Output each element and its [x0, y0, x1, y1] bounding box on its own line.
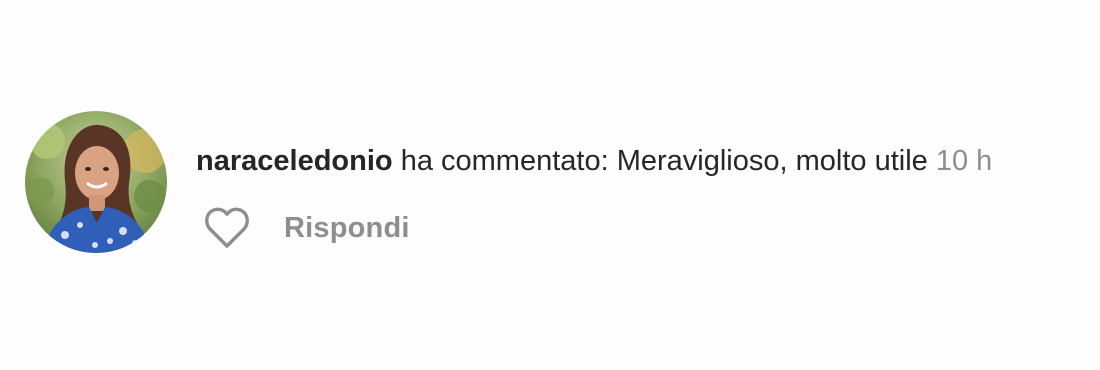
comment-body: Meraviglioso, molto utile	[616, 145, 928, 177]
heart-outline-icon[interactable]	[204, 207, 250, 249]
comment-actions: Rispondi	[204, 204, 410, 252]
avatar[interactable]	[25, 111, 167, 253]
timestamp: 10 h	[935, 145, 993, 177]
username-link[interactable]: naraceledonio	[196, 145, 393, 177]
reply-button[interactable]: Rispondi	[284, 212, 410, 245]
avatar-image	[25, 111, 167, 253]
action-text: ha commentato:	[400, 145, 609, 177]
comment-notification: naraceledonio ha commentato: Meraviglios…	[0, 0, 1100, 370]
comment-text: naraceledonio ha commentato: Meraviglios…	[196, 141, 992, 181]
